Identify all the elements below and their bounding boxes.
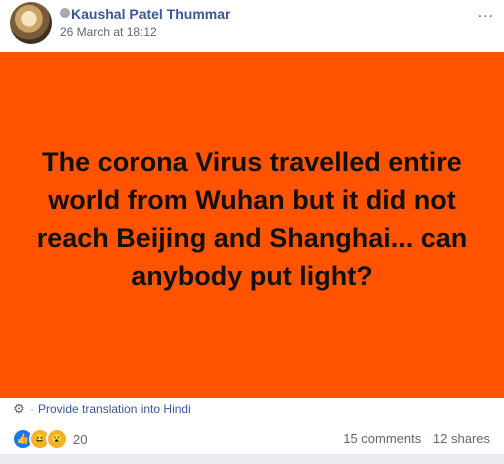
post-background-panel: The corona Virus travelled entire world … bbox=[0, 52, 504, 398]
post-timestamp[interactable]: 26 March at 18:12 bbox=[60, 25, 157, 39]
gear-icon[interactable]: ⚙ bbox=[12, 401, 26, 416]
post-menu-button[interactable]: ... bbox=[478, 4, 494, 22]
author-name[interactable]: Kaushal Patel Thummar bbox=[71, 6, 231, 22]
author-avatar[interactable] bbox=[10, 2, 52, 44]
translation-row: ⚙ · Provide translation into Hindi bbox=[12, 400, 191, 418]
comments-count[interactable]: 15 comments bbox=[343, 431, 421, 446]
card-bottom-border bbox=[0, 454, 504, 464]
post-header: Kaushal Patel Thummar 26 March at 18:12 … bbox=[0, 0, 504, 52]
reactions-summary[interactable]: 👍 😆 😮 20 bbox=[12, 428, 87, 450]
shares-count[interactable]: 12 shares bbox=[433, 431, 490, 446]
badge-icon bbox=[60, 8, 70, 18]
translation-separator: · bbox=[30, 402, 34, 416]
wow-icon: 😮 bbox=[46, 428, 68, 450]
post-text: The corona Virus travelled entire world … bbox=[36, 147, 468, 291]
author-name-line: Kaushal Patel Thummar bbox=[60, 6, 231, 22]
post-footer: 👍 😆 😮 20 15 comments 12 shares bbox=[0, 424, 504, 454]
reaction-count[interactable]: 20 bbox=[73, 432, 87, 447]
engagement-stats: 15 comments 12 shares bbox=[335, 431, 490, 446]
translation-link[interactable]: Provide translation into Hindi bbox=[38, 402, 191, 416]
post-card: Kaushal Patel Thummar 26 March at 18:12 … bbox=[0, 0, 504, 464]
